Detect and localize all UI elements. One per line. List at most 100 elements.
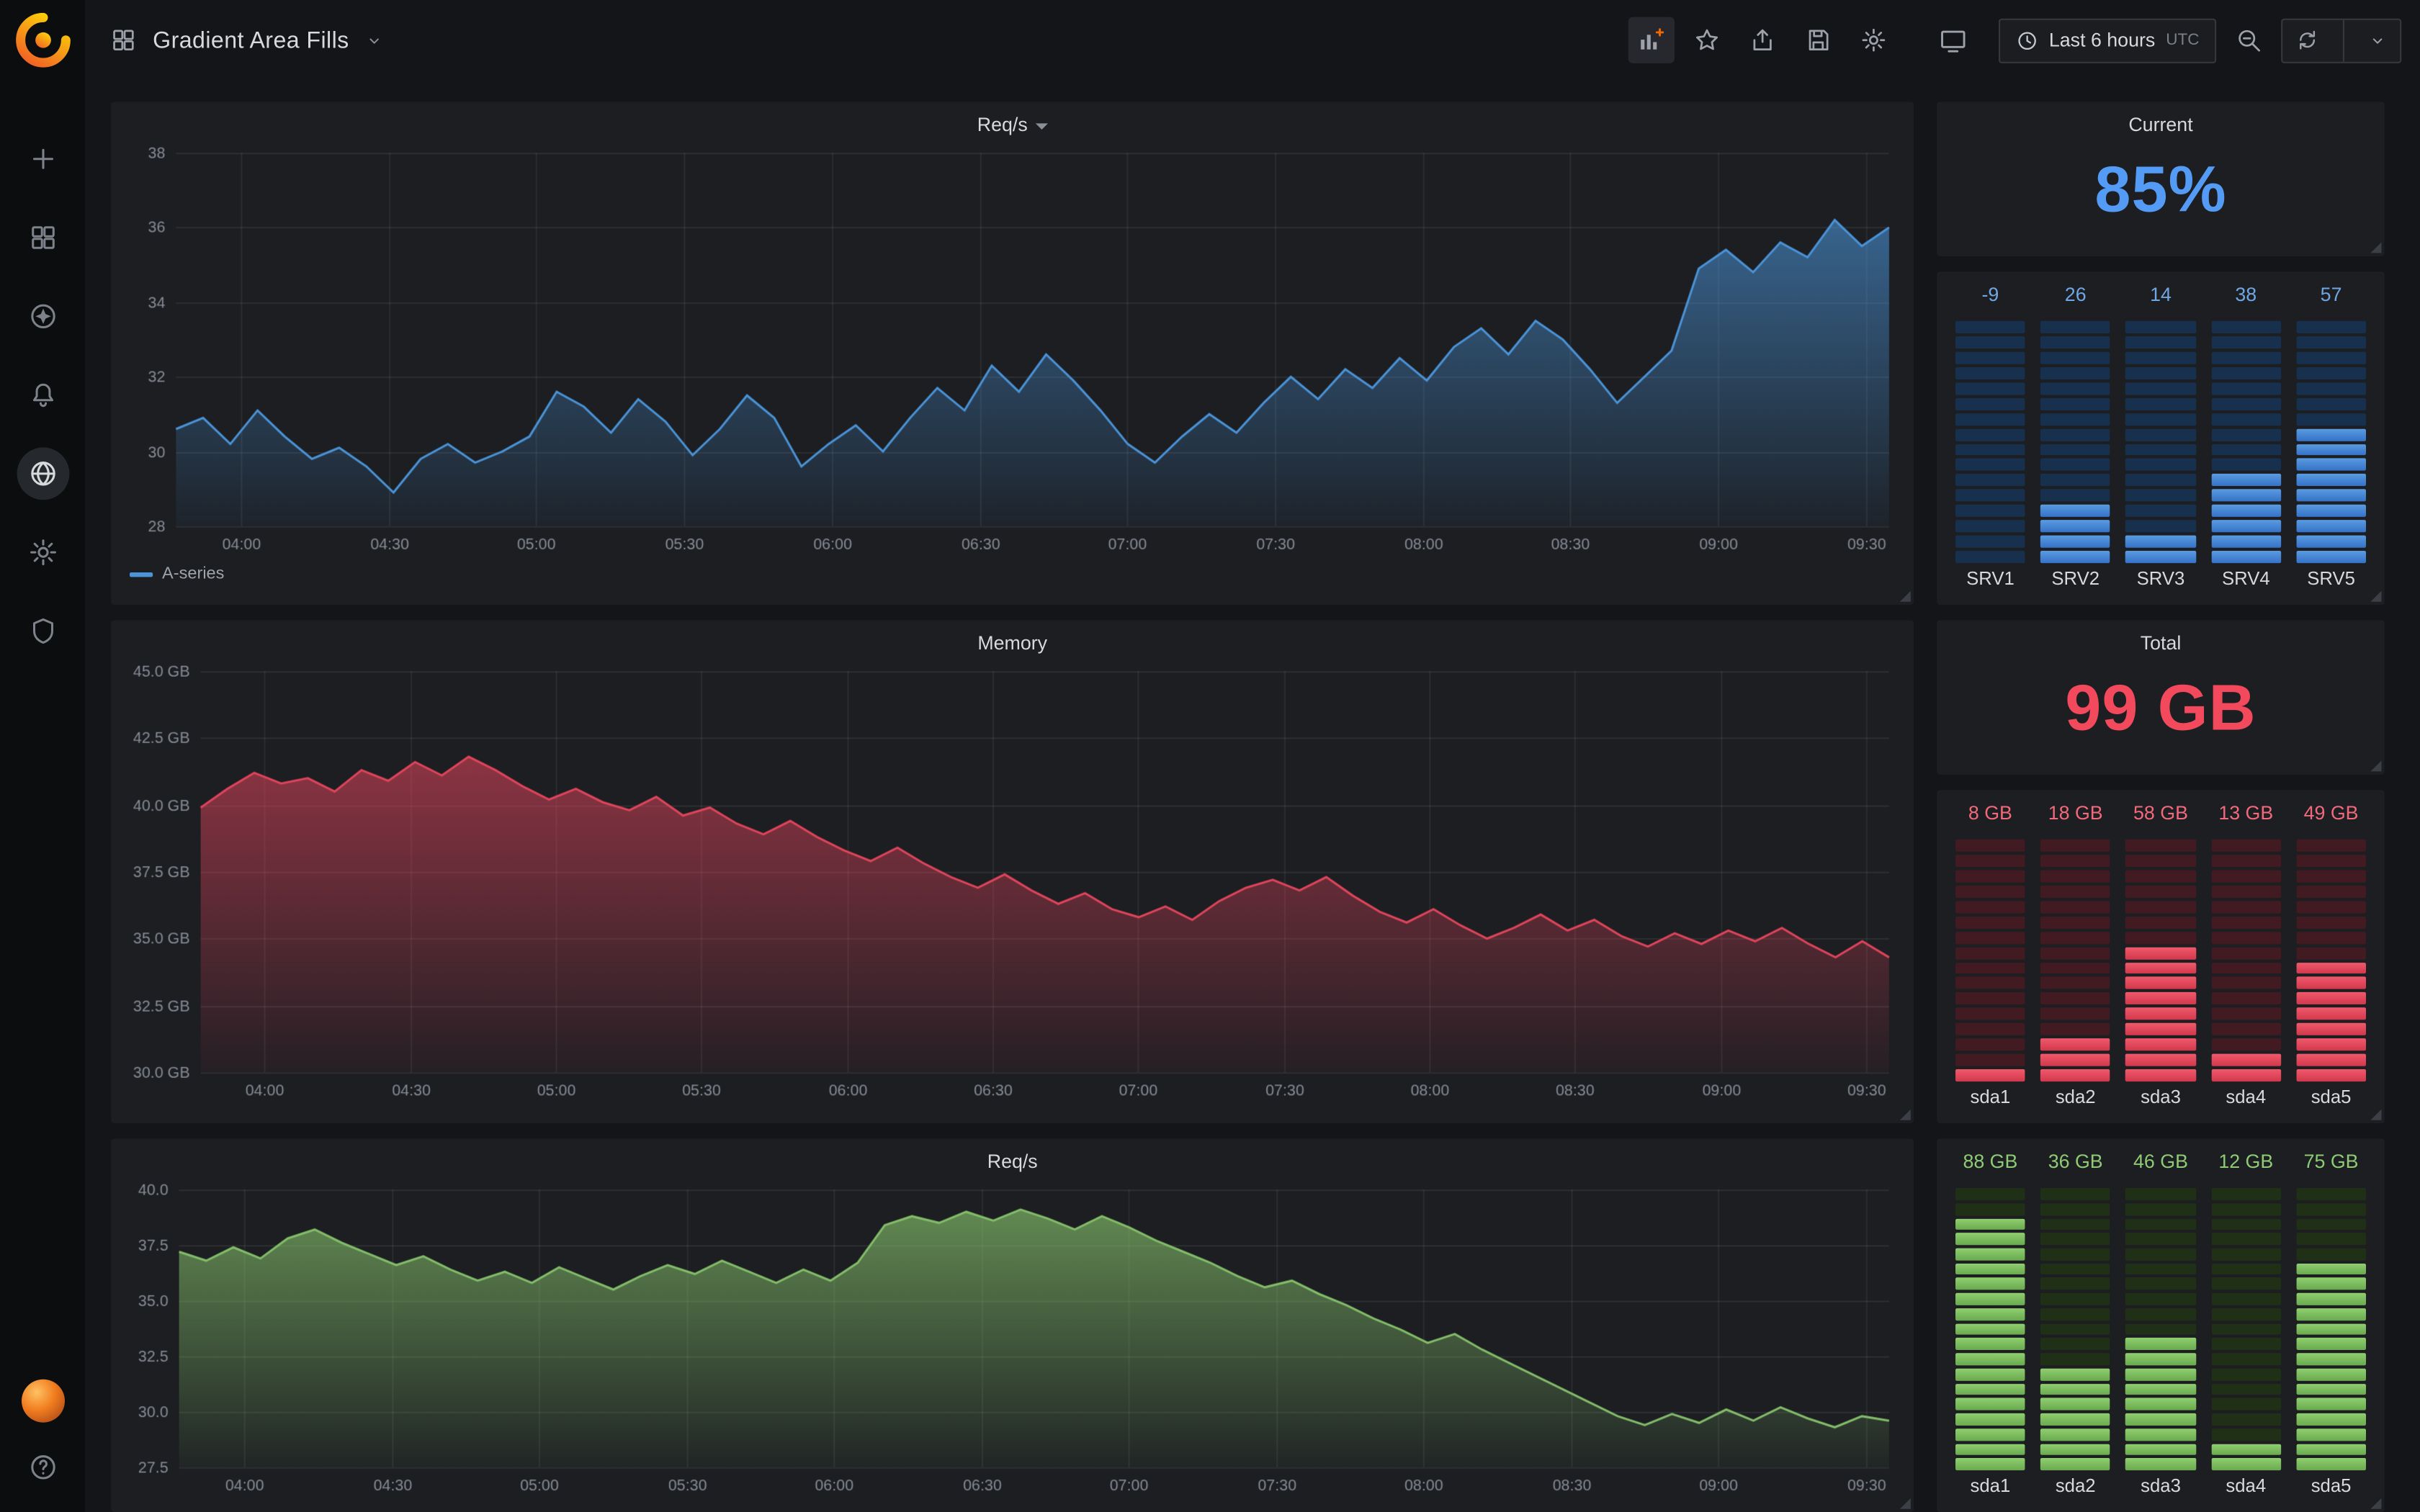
gauge-cell (2040, 1444, 2110, 1456)
gauge-cell (2126, 1368, 2196, 1380)
gauge-cell (2296, 459, 2366, 471)
gauge-cell (2040, 901, 2110, 913)
time-range-picker[interactable]: Last 6 hours UTC (1998, 18, 2216, 63)
cycle-view-tv-button[interactable] (1930, 17, 1976, 63)
gauge-cell (1955, 321, 2025, 333)
gauge-cell (1955, 993, 2025, 1005)
create-icon[interactable] (17, 132, 69, 185)
gauge-cell (2211, 1444, 2281, 1456)
gauge-cell (2296, 962, 2366, 974)
panel-title-current[interactable]: Current (1937, 102, 2384, 142)
zoom-out-time-button[interactable] (2226, 17, 2272, 63)
dashboards-icon[interactable] (17, 212, 69, 264)
gauge-cell (2040, 536, 2110, 548)
save-button[interactable] (1794, 17, 1840, 63)
add-panel-button[interactable] (1628, 17, 1674, 63)
gauge-cell (2211, 886, 2281, 898)
title-caret-icon[interactable] (364, 30, 385, 50)
gauge-cell (1955, 901, 2025, 913)
panel-title-reqs-top[interactable]: Req/s (111, 102, 1914, 142)
gauge-cells (2211, 321, 2281, 563)
share-button[interactable] (1739, 17, 1785, 63)
gauge-cell (2126, 1054, 2196, 1066)
gauge-cell (2296, 1459, 2366, 1471)
dashboard-settings-button[interactable] (1850, 17, 1896, 63)
gauge-cell (2211, 1398, 2281, 1410)
gauge-cell (1955, 505, 2025, 517)
gauge-cell (2211, 1459, 2281, 1471)
refresh-button[interactable] (2282, 19, 2332, 61)
gauge-cell (2296, 474, 2366, 487)
gauge-cell (1955, 490, 2025, 502)
panel-title-text: Current (2128, 114, 2192, 136)
gauge-cell (2296, 1368, 2366, 1380)
gauge-cell (1955, 1428, 2025, 1441)
timeseries-chart-reqs-bottom[interactable] (120, 1179, 1904, 1500)
gauge-cell (2040, 1368, 2110, 1380)
admin-shield-icon[interactable] (17, 605, 69, 657)
chart-area-memory (120, 660, 1904, 1104)
gauge-cell (1955, 536, 2025, 548)
gauge-cell (2126, 444, 2196, 456)
gauge-cell (2126, 1248, 2196, 1261)
alerting-bell-icon[interactable] (17, 369, 69, 421)
gauge-cell (2126, 413, 2196, 425)
gauge-cell (2040, 336, 2110, 348)
gauge-cell (2296, 1338, 2366, 1351)
dashboard-title[interactable]: Gradient Area Fills (153, 27, 349, 53)
navbar-right: Last 6 hours UTC (1628, 17, 2401, 63)
panel-title-total[interactable]: Total (1937, 620, 2384, 660)
configuration-gear-icon[interactable] (17, 526, 69, 579)
legend-series-label[interactable]: A-series (162, 564, 224, 583)
timeseries-chart-reqs-top[interactable] (120, 142, 1904, 559)
grafana-logo-icon[interactable] (14, 12, 70, 68)
gauge-cell (2296, 1069, 2366, 1081)
gauge-cell (1955, 1323, 2025, 1336)
gauge-cell (2211, 1023, 2281, 1035)
help-icon[interactable] (17, 1441, 69, 1493)
gauge-cell (1955, 382, 2025, 395)
gauge-cell (2211, 1233, 2281, 1246)
gauge-cell (2296, 1054, 2366, 1066)
gauge-cell (2040, 870, 2110, 882)
gauge-cell (2211, 1218, 2281, 1230)
gauge-cell (2211, 1338, 2281, 1351)
gauge-cell (2211, 459, 2281, 471)
plugins-globe-icon[interactable] (17, 447, 69, 500)
user-avatar[interactable] (21, 1380, 64, 1423)
gauge-cell (2296, 855, 2366, 867)
gauge-cell (2040, 855, 2110, 867)
gauge-cell (2296, 1188, 2366, 1200)
gauge-cell (2040, 551, 2110, 563)
gauge-cell (2296, 382, 2366, 395)
gauge-cell (2126, 428, 2196, 441)
gauge-cell (2211, 444, 2281, 456)
panel-title-reqs-bottom[interactable]: Req/s (111, 1138, 1914, 1179)
gauge-cell (2296, 321, 2366, 333)
gauge-cell (2040, 1323, 2110, 1336)
gauge-cell (1955, 1398, 2025, 1410)
gauge-cell (1955, 870, 2025, 882)
gauge-column: 75 GBsda5 (2296, 1151, 2366, 1503)
gauge-cell (2211, 1428, 2281, 1441)
gauge-cell (2126, 1069, 2196, 1081)
explore-icon[interactable] (17, 290, 69, 343)
gauge-cell (2040, 886, 2110, 898)
gauge-cell (2296, 947, 2366, 959)
gauge-cell (2040, 1248, 2110, 1261)
gauge-cells (2211, 840, 2281, 1081)
gauge-cell (2040, 444, 2110, 456)
gauge-value: -9 (1955, 284, 2025, 315)
timeseries-chart-memory[interactable] (120, 660, 1904, 1104)
refresh-interval-caret[interactable] (2355, 19, 2400, 61)
gauge-cell (2040, 474, 2110, 487)
gauge-column: 36 GBsda2 (2040, 1151, 2110, 1503)
gauge-cell (2296, 1398, 2366, 1410)
star-button[interactable] (1683, 17, 1729, 63)
gauge-cell (2211, 840, 2281, 852)
gauge-value: 36 GB (2040, 1151, 2110, 1182)
refresh-divider (2343, 19, 2344, 61)
gauge-column: -9SRV1 (1955, 284, 2025, 595)
grafana-dashboard: Gradient Area Fills (0, 0, 2420, 1512)
panel-title-memory[interactable]: Memory (111, 620, 1914, 660)
